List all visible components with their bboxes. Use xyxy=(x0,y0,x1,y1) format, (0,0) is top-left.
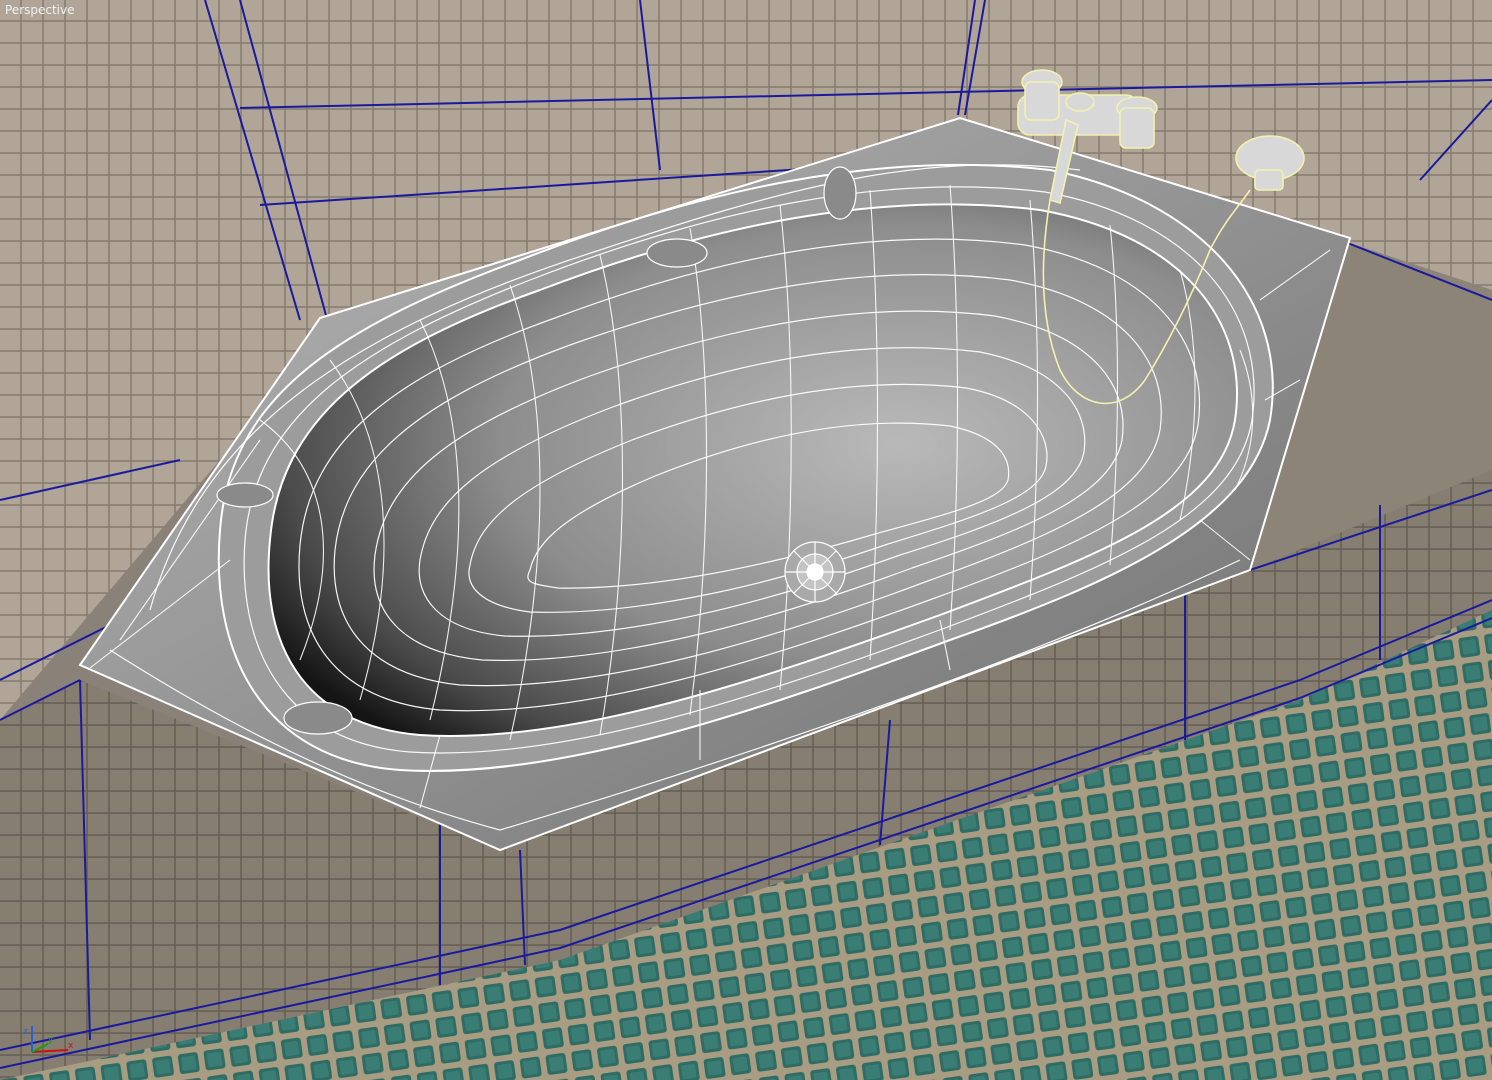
viewport-perspective[interactable]: Perspective z x y xyxy=(0,0,1492,1080)
scene-render[interactable] xyxy=(0,0,1492,1080)
tub-drain xyxy=(784,541,846,603)
axis-y-label: y xyxy=(48,1035,54,1045)
viewport-label[interactable]: Perspective xyxy=(5,3,75,17)
axis-x-label: x xyxy=(68,1041,74,1051)
axis-gizmo: z x y xyxy=(23,1026,74,1053)
axis-z-label: z xyxy=(23,1027,28,1037)
